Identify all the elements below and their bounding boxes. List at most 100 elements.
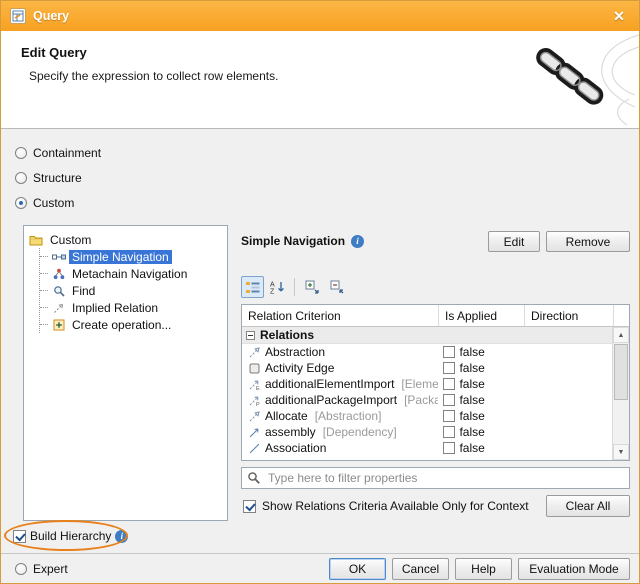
clear-all-button[interactable]: Clear All [546, 495, 630, 517]
radio-structure[interactable]: Structure [15, 170, 82, 186]
column-header-direction[interactable]: Direction [525, 305, 613, 326]
build-hierarchy-row[interactable]: Build Hierarchy i [13, 528, 128, 544]
tree-item-implied-relation[interactable]: Implied Relation [40, 299, 223, 316]
expand-all-button[interactable] [300, 276, 323, 298]
radio-custom[interactable]: Custom [15, 195, 74, 211]
package-import-relation-icon: P [247, 394, 261, 407]
direction-cell[interactable] [524, 408, 612, 424]
assembly-relation-icon [247, 426, 261, 439]
categorized-view-icon [246, 281, 260, 294]
direction-cell[interactable] [524, 392, 612, 408]
vertical-scrollbar[interactable]: ▲ ▼ [612, 327, 629, 460]
table-row[interactable]: assembly[Dependency] false [242, 424, 612, 440]
chain-decoration-icon [469, 31, 639, 129]
is-applied-checkbox[interactable] [443, 362, 455, 374]
table-body: Relations Abstraction false Activity Edg… [242, 327, 612, 460]
build-hierarchy-info-icon[interactable]: i [115, 530, 128, 543]
query-tree: Custom Simple Navigation Metachain Navig… [23, 225, 228, 521]
info-icon[interactable]: i [351, 235, 364, 248]
header-scrollbar-spacer [613, 305, 629, 326]
svg-text:A: A [270, 282, 275, 289]
find-icon [51, 284, 66, 297]
table-row[interactable]: EadditionalElementImport[ElementImport] … [242, 376, 612, 392]
edit-button[interactable]: Edit [488, 231, 540, 252]
show-context-checkbox-row[interactable]: Show Relations Criteria Available Only f… [243, 498, 529, 514]
is-applied-checkbox[interactable] [443, 426, 455, 438]
create-operation-icon [51, 318, 66, 331]
help-button[interactable]: Help [455, 558, 512, 580]
categorized-view-button[interactable] [241, 276, 264, 298]
element-import-relation-icon: E [247, 378, 261, 391]
title-bar[interactable]: Query ✕ [1, 1, 639, 31]
svg-text:Z: Z [270, 289, 275, 295]
sort-alphabetically-icon: AZ [270, 280, 285, 294]
collapse-group-icon[interactable] [246, 331, 255, 340]
tree-item-create-operation[interactable]: Create operation... [40, 316, 223, 333]
sort-alphabetically-button[interactable]: AZ [266, 276, 289, 298]
abstraction-relation-icon [247, 346, 261, 359]
table-row[interactable]: PadditionalPackageImport[PackageImport] … [242, 392, 612, 408]
search-icon [247, 471, 261, 488]
radio-structure-icon [15, 172, 27, 184]
collapse-all-icon [330, 280, 344, 294]
filter-box [241, 467, 630, 489]
svg-text:P: P [256, 402, 260, 407]
is-applied-checkbox[interactable] [443, 378, 455, 390]
allocate-relation-icon [247, 410, 261, 423]
window-title: Query [33, 9, 601, 23]
implied-relation-icon [51, 301, 66, 314]
panel-title-row: Simple Navigation i [241, 234, 364, 248]
panel-title: Simple Navigation [241, 234, 345, 248]
is-applied-checkbox[interactable] [443, 394, 455, 406]
simple-navigation-icon [51, 250, 66, 263]
svg-text:E: E [256, 386, 260, 391]
close-icon[interactable]: ✕ [608, 8, 630, 25]
table-row[interactable]: Allocate[Abstraction] false [242, 408, 612, 424]
direction-cell[interactable] [524, 344, 612, 360]
radio-custom-icon [15, 197, 27, 209]
query-dialog: Query ✕ Edit Query Specify the expressio… [0, 0, 640, 584]
metachain-navigation-icon [51, 267, 66, 280]
column-header-relation-criterion[interactable]: Relation Criterion [242, 305, 439, 326]
radio-containment[interactable]: Containment [15, 145, 101, 161]
query-icon [10, 8, 26, 24]
collapse-all-button[interactable] [325, 276, 348, 298]
radio-containment-icon [15, 147, 27, 159]
activity-edge-icon [247, 362, 261, 375]
tree-item-find[interactable]: Find [40, 282, 223, 299]
page-title: Edit Query [21, 45, 87, 60]
tree-root-custom[interactable]: Custom [28, 231, 223, 248]
table-row[interactable]: Abstraction false [242, 344, 612, 360]
evaluation-mode-button[interactable]: Evaluation Mode [518, 558, 630, 580]
footer-separator [1, 553, 639, 554]
tree-root-label: Custom [47, 233, 94, 247]
is-applied-checkbox[interactable] [443, 410, 455, 422]
expand-all-icon [305, 280, 319, 294]
group-row-relations[interactable]: Relations [242, 327, 612, 344]
direction-cell[interactable] [524, 440, 612, 456]
tree-item-metachain-navigation[interactable]: Metachain Navigation [40, 265, 223, 282]
table-header: Relation Criterion Is Applied Direction [242, 305, 629, 327]
scrollbar-thumb[interactable] [614, 344, 628, 400]
is-applied-checkbox[interactable] [443, 346, 455, 358]
filter-input[interactable] [241, 467, 630, 489]
table-row[interactable]: Activity Edge false [242, 360, 612, 376]
radio-expert-icon [15, 563, 27, 575]
show-context-checkbox[interactable] [243, 500, 256, 513]
build-hierarchy-checkbox[interactable] [13, 530, 26, 543]
is-applied-checkbox[interactable] [443, 442, 455, 454]
scroll-down-icon[interactable]: ▼ [613, 444, 629, 460]
direction-cell[interactable] [524, 424, 612, 440]
tree-item-simple-navigation[interactable]: Simple Navigation [40, 248, 223, 265]
ok-button[interactable]: OK [329, 558, 386, 580]
column-header-is-applied[interactable]: Is Applied [439, 305, 525, 326]
cancel-button[interactable]: Cancel [392, 558, 449, 580]
direction-cell[interactable] [524, 360, 612, 376]
criteria-toolbar: AZ [241, 275, 348, 299]
remove-button[interactable]: Remove [546, 231, 630, 252]
radio-expert[interactable]: Expert [15, 561, 68, 577]
scroll-up-icon[interactable]: ▲ [613, 327, 629, 343]
table-row[interactable]: Association false [242, 440, 612, 456]
direction-cell[interactable] [524, 376, 612, 392]
association-relation-icon [247, 442, 261, 455]
